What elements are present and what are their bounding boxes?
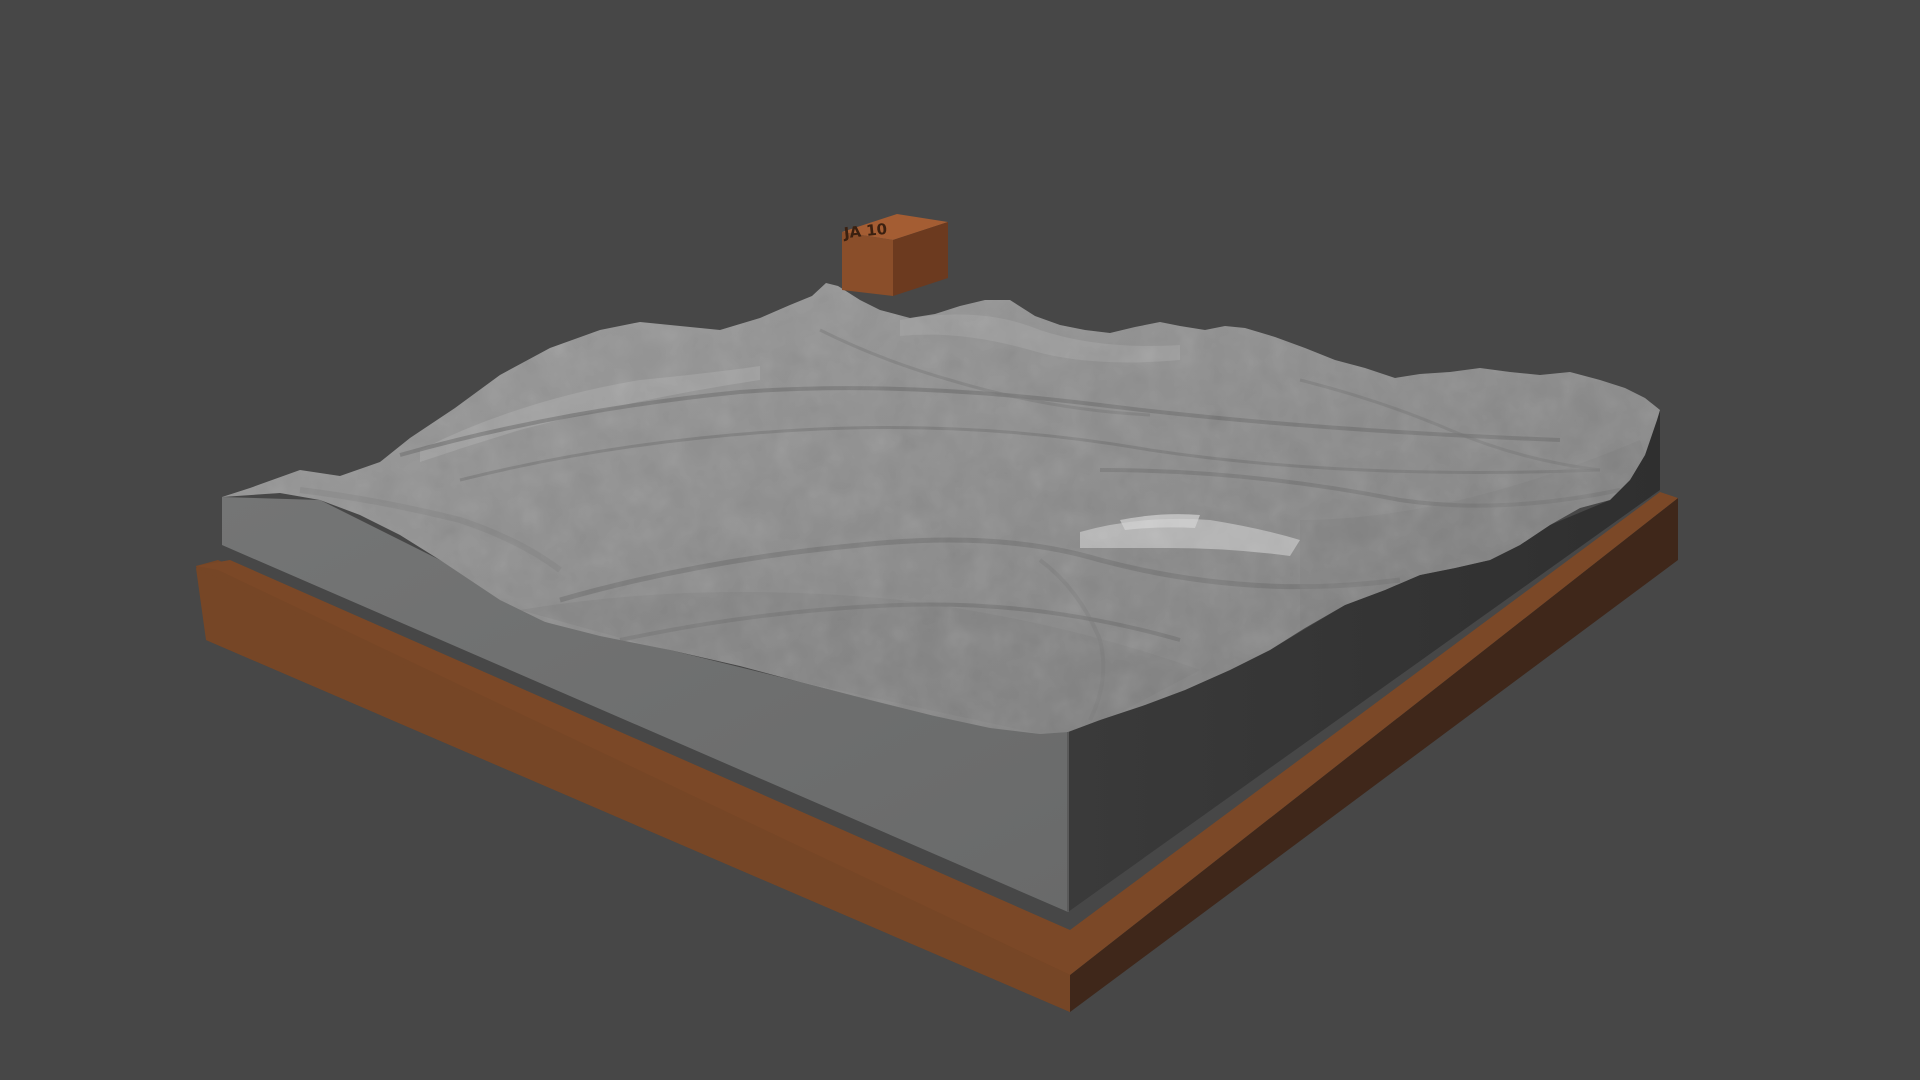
3d-viewport[interactable]: JA 10: [0, 0, 1920, 1080]
terrain-scene: JA 10: [196, 214, 1678, 1012]
marker-cube: JA 10: [842, 214, 948, 296]
